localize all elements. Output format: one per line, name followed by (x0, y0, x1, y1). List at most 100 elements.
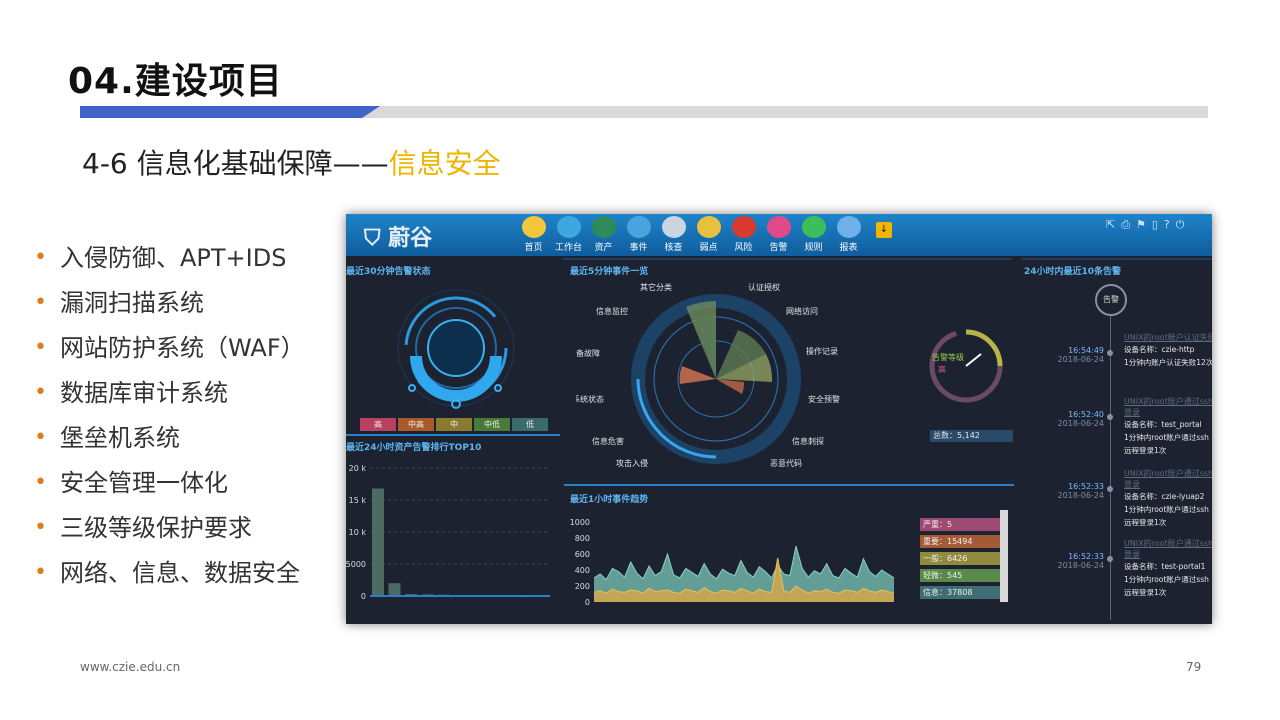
bullet-item: • 安全管理一体化 (32, 463, 305, 508)
alarm-level-chip[interactable]: 中高 (398, 418, 434, 431)
alert-entry[interactable]: UNIX的root账户通过ssh远程登录设备名称：czie-lyuap2 1分钟内… (1124, 468, 1212, 529)
bullet-item: • 网络、信息、数据安全 (32, 553, 305, 598)
bullet-dot-icon: • (34, 425, 47, 450)
trend-y-tick-label: 400 (575, 566, 590, 575)
download-icon[interactable]: ↓ (876, 222, 892, 238)
bullet-text: 三级等级保护要求 (60, 514, 252, 542)
alert-entry[interactable]: UNIX的root账户通过ssh远程登录设备名称：test-portal1 1分钟… (1124, 538, 1212, 599)
wheel-category-label: 操作记录 (806, 346, 838, 356)
footer-url[interactable]: www.czie.edu.cn (80, 660, 180, 674)
alert-title-link[interactable]: UNIX的root账户通过ssh远程登录 (1124, 468, 1212, 490)
bullet-dot-icon: • (34, 380, 47, 405)
nav-item-weakness[interactable]: 弱点 (691, 216, 726, 253)
dashboard-topbar: ⛉ 蔚谷 首页 工作台 资产 事件 核查 弱点 风险 告警 规则 报表 ↓ ⇱⎙⚑▯?⏻ (346, 214, 1212, 256)
nav-item-rule[interactable]: 规则 (796, 216, 831, 253)
nav-label: 告警 (769, 243, 788, 253)
page-number: 79 (1186, 660, 1202, 674)
nav-label: 弱点 (699, 243, 718, 253)
severity-legend-item[interactable]: 信息：37808 (920, 586, 1003, 599)
bullet-dot-icon: • (34, 290, 47, 315)
nav-label: 规则 (804, 243, 823, 253)
nav-label: 核查 (664, 243, 683, 253)
alert-title-link[interactable]: UNIX的root帐户认证失败次数 (1124, 332, 1212, 343)
bullet-dot-icon: • (34, 245, 47, 270)
bullet-dot-icon: • (34, 335, 47, 360)
severity-legend-item[interactable]: 轻微：545 (920, 569, 1003, 582)
bullet-item: • 三级等级保护要求 (32, 508, 305, 553)
wheel-category-label: 信息监控 (596, 306, 628, 316)
dashboard-logo: ⛉ 蔚谷 (364, 226, 433, 251)
logo-text: 蔚谷 (388, 226, 433, 251)
gauge-value: 高 (938, 365, 946, 374)
severity-legend-item[interactable]: 严重：5 (920, 518, 1003, 531)
alarm-level-chip[interactable]: 低 (512, 418, 548, 431)
alert-entry[interactable]: UNIX的root帐户认证失败次数设备名称：czie-http 1分钟内账户认证失… (1124, 332, 1212, 369)
panel-divider (346, 434, 560, 436)
timeline-line (1110, 290, 1111, 620)
nav-item-check[interactable]: 核查 (656, 216, 691, 253)
event-icon (626, 216, 651, 238)
nav-item-alarm[interactable]: 告警 (761, 216, 796, 253)
legend-scrollbar[interactable] (1000, 510, 1008, 602)
total-count: 总数：5,142 (930, 430, 1013, 442)
gauge-label: 告警等级 (932, 353, 964, 362)
alert-extra: 远程登录1次 (1124, 518, 1167, 527)
panel-title-top10: 最近24小时资产告警排行TOP10 (346, 443, 482, 453)
nav-item-event[interactable]: 事件 (621, 216, 656, 253)
nav-item-home[interactable]: 首页 (516, 216, 551, 253)
alert-time: 16:52:33 (1068, 552, 1104, 561)
trend-y-tick-label: 200 (575, 582, 590, 591)
alert-desc: 1分钟内root账户通过ssh (1124, 505, 1209, 514)
alarm-level-legend: 高中高中中低低 (360, 412, 550, 431)
severity-legend-item[interactable]: 一般：6426 (920, 552, 1003, 565)
alert-timestamp: 16:52:33 2018-06-24 (1050, 482, 1105, 500)
alert-title-link[interactable]: UNIX的root账户通过ssh远程登录 (1124, 538, 1212, 560)
panel-divider-top (562, 258, 1012, 260)
panel-divider-top (1022, 258, 1212, 260)
slide-title: 04.建设项目 (68, 61, 283, 102)
alert-extra: 远程登录1次 (1124, 588, 1167, 597)
nav-item-workbench[interactable]: 工作台 (551, 216, 586, 253)
bar-1[interactable] (372, 488, 384, 596)
bar-y-tick-label: 5000 (346, 560, 366, 569)
bullet-text: 入侵防御、APT+IDS (60, 244, 287, 272)
alert-date: 2018-06-24 (1057, 561, 1105, 570)
wheel-category-label: 其它分类 (640, 282, 672, 292)
severity-legend-item[interactable]: 重要：15494 (920, 535, 1003, 548)
nav-item-report[interactable]: 报表 (831, 216, 866, 253)
alarm-radar-graphic (397, 289, 515, 409)
wheel-category-label: 设备故障 (576, 348, 600, 358)
toolbar-icons[interactable]: ⇱⎙⚑▯?⏻ (1106, 218, 1190, 232)
bullet-item: • 漏洞扫描系统 (32, 283, 305, 328)
wheel-category-label: 恶意代码 (770, 458, 802, 468)
severity-legend: 严重：5 重要：15494 一般：6426 轻微：545 信息：37808 (920, 518, 1003, 603)
bullet-text: 堡垒机系统 (60, 424, 180, 452)
home-icon (521, 216, 546, 238)
trend-y-tick-label: 800 (575, 534, 590, 543)
bar-2[interactable] (388, 583, 401, 596)
timeline-dot (1107, 414, 1113, 420)
alert-title-link[interactable]: UNIX的root账户通过ssh远程登录 (1124, 396, 1212, 418)
bar-y-tick-label: 20 k (349, 464, 367, 473)
trend-y-tick-label: 0 (585, 598, 590, 607)
nav-label: 报表 (839, 243, 858, 253)
alarm-level-chip[interactable]: 中 (436, 418, 472, 431)
nav-label: 资产 (594, 243, 613, 253)
check-icon (661, 216, 686, 238)
bullet-dot-icon: • (34, 470, 47, 495)
alert-time: 16:52:40 (1068, 410, 1104, 419)
nav-item-risk[interactable]: 风险 (726, 216, 761, 253)
workbench-icon (556, 216, 581, 238)
bar-y-tick-label: 15 k (349, 496, 367, 505)
bullet-list: • 入侵防御、APT+IDS • 漏洞扫描系统 • 网站防护系统（WAF） • 数据库审计系统… (32, 238, 305, 598)
alert-timestamp: 16:52:33 2018-06-24 (1050, 552, 1105, 570)
alarm-level-chip[interactable]: 中低 (474, 418, 510, 431)
rule-icon (801, 216, 826, 238)
nav-item-asset[interactable]: 资产 (586, 216, 621, 253)
alert-desc: 1分钟内root账户通过ssh (1124, 433, 1209, 442)
risk-icon (731, 216, 756, 238)
alarm-level-chip[interactable]: 高 (360, 418, 396, 431)
alarm-icon (766, 216, 791, 238)
report-icon (836, 216, 861, 238)
alert-entry[interactable]: UNIX的root账户通过ssh远程登录设备名称：test_portal 1分钟内… (1124, 396, 1212, 457)
